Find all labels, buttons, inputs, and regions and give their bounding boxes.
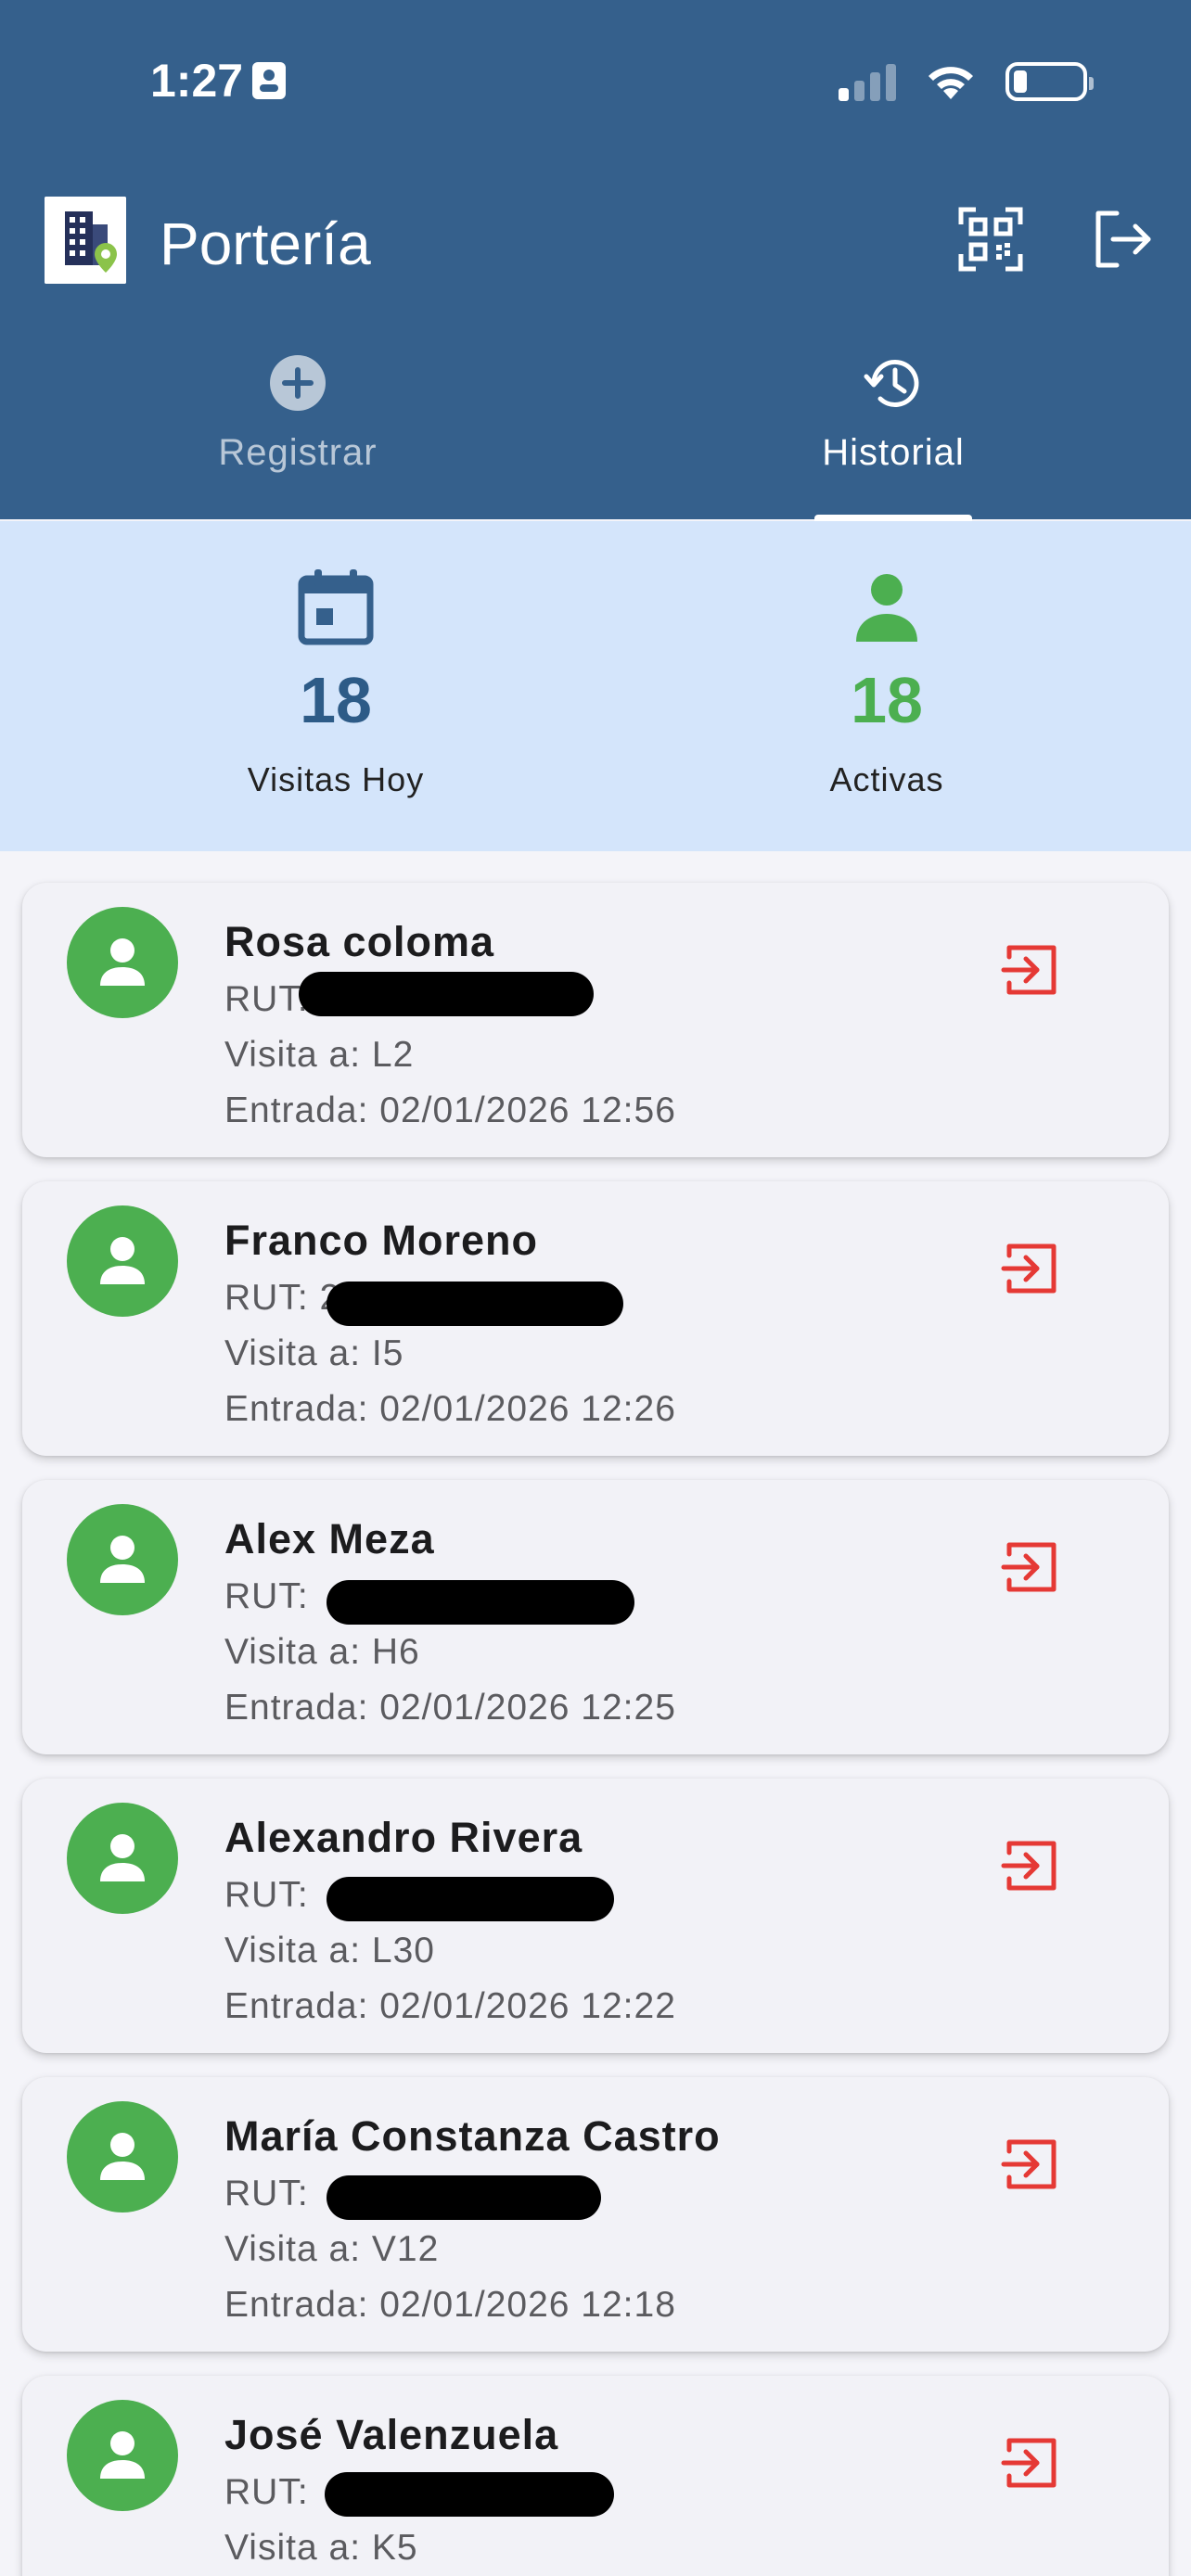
person-icon (100, 1536, 145, 1583)
qr-scanner-button[interactable] (957, 206, 1024, 273)
redacted-rut (327, 2175, 601, 2220)
redacted-rut (327, 1580, 634, 1625)
tab-historial[interactable]: Historial (596, 352, 1191, 519)
redacted-rut (327, 1877, 614, 1921)
visit-destination: Visita a: K5 (224, 2528, 418, 2568)
person-icon (100, 1237, 145, 1284)
avatar (67, 1205, 178, 1317)
calendar-icon (298, 569, 374, 645)
visitor-name: Alex Meza (224, 1515, 435, 1562)
visitor-name: María Constanza Castro (224, 2112, 721, 2160)
person-icon (856, 574, 917, 642)
stats-summary: 18 Visitas Hoy 18 Activas (0, 521, 1191, 851)
entry-time: Entrada: 02/01/2026 12:25 (224, 1688, 676, 1728)
entry-time: Entrada: 02/01/2026 12:18 (224, 2285, 676, 2325)
tab-bar: Registrar Historial (0, 352, 1191, 519)
visit-destination: Visita a: L30 (224, 1931, 435, 1970)
entry-time: Entrada: 02/01/2026 12:22 (224, 1986, 676, 2026)
stat-active-visits: 18 Activas (720, 567, 1054, 799)
visitor-rut: RUT: 2 (224, 1278, 339, 1318)
tab-registrar-label: Registrar (218, 432, 378, 473)
visitor-rut: RUT: (224, 1576, 309, 1616)
visit-destination: Visita a: L2 (224, 1035, 415, 1075)
status-bar-time: 1:27 (150, 54, 288, 108)
redacted-rut (327, 1282, 623, 1326)
visitor-rut: RUT: (224, 2174, 309, 2213)
wifi-icon (928, 67, 973, 99)
visit-list: Rosa coloma RUT: Visita a: L2 Entrada: 0… (0, 851, 1191, 2576)
register-exit-button[interactable] (1000, 1237, 1063, 1300)
visit-card[interactable]: María Constanza Castro RUT: Visita a: V1… (22, 2077, 1169, 2352)
tab-historial-label: Historial (822, 432, 965, 473)
visit-card[interactable]: Rosa coloma RUT: Visita a: L2 Entrada: 0… (22, 883, 1169, 1157)
avatar (67, 2101, 178, 2213)
entry-time: Entrada: 02/01/2026 12:56 (224, 1090, 676, 1130)
stat-visits-today: 18 Visitas Hoy (169, 567, 503, 799)
active-visits-count: 18 (851, 664, 923, 736)
avatar (67, 1803, 178, 1914)
person-icon (100, 2133, 145, 2180)
redacted-rut (299, 972, 594, 1016)
visit-card[interactable]: José Valenzuela RUT: Visita a: K5 (22, 2376, 1169, 2576)
visit-card[interactable]: Alexandro Rivera RUT: Visita a: L30 Entr… (22, 1779, 1169, 2053)
visitor-rut: RUT: (224, 2472, 309, 2512)
visits-today-count: 18 (300, 664, 372, 736)
app-title: Portería (160, 210, 371, 277)
redacted-rut (325, 2472, 614, 2517)
add-circle-icon (270, 355, 326, 411)
battery-icon (1005, 62, 1094, 101)
person-icon (100, 938, 145, 986)
avatar (67, 2400, 178, 2511)
status-time-text: 1:27 (150, 55, 244, 107)
app-header: 1:27 Portería Registrar Historial (0, 0, 1191, 522)
entry-time: Entrada: 02/01/2026 12:26 (224, 1389, 676, 1429)
register-exit-button[interactable] (1000, 938, 1063, 1001)
visitor-name: Rosa coloma (224, 918, 495, 965)
visit-destination: Visita a: V12 (224, 2229, 440, 2269)
register-exit-button[interactable] (1000, 1834, 1063, 1897)
visitor-name: Alexandro Rivera (224, 1814, 583, 1861)
history-icon (864, 359, 919, 407)
visit-destination: Visita a: H6 (224, 1632, 420, 1672)
tab-registrar[interactable]: Registrar (0, 352, 596, 519)
building-logo-icon (45, 197, 126, 284)
avatar (67, 1504, 178, 1615)
register-exit-button[interactable] (1000, 1536, 1063, 1599)
cellular-signal-icon (839, 62, 896, 101)
active-visits-label: Activas (829, 760, 944, 798)
person-icon (100, 2431, 145, 2479)
visits-today-label: Visitas Hoy (247, 760, 425, 798)
register-exit-button[interactable] (1000, 2133, 1063, 2196)
register-exit-button[interactable] (1000, 2431, 1063, 2494)
visit-destination: Visita a: I5 (224, 1333, 404, 1373)
contact-card-icon (252, 62, 287, 99)
visitor-rut: RUT: (224, 979, 309, 1019)
visit-card[interactable]: Alex Meza RUT: Visita a: H6 Entrada: 02/… (22, 1480, 1169, 1754)
visitor-name: Franco Moreno (224, 1217, 539, 1264)
avatar (67, 907, 178, 1018)
visit-card[interactable]: Franco Moreno RUT: 2 Visita a: I5 Entrad… (22, 1181, 1169, 1456)
visitor-name: José Valenzuela (224, 2411, 559, 2458)
logout-button[interactable] (1089, 206, 1156, 273)
person-icon (100, 1834, 145, 1881)
status-bar-indicators (839, 54, 1094, 109)
visitor-rut: RUT: (224, 1875, 309, 1915)
